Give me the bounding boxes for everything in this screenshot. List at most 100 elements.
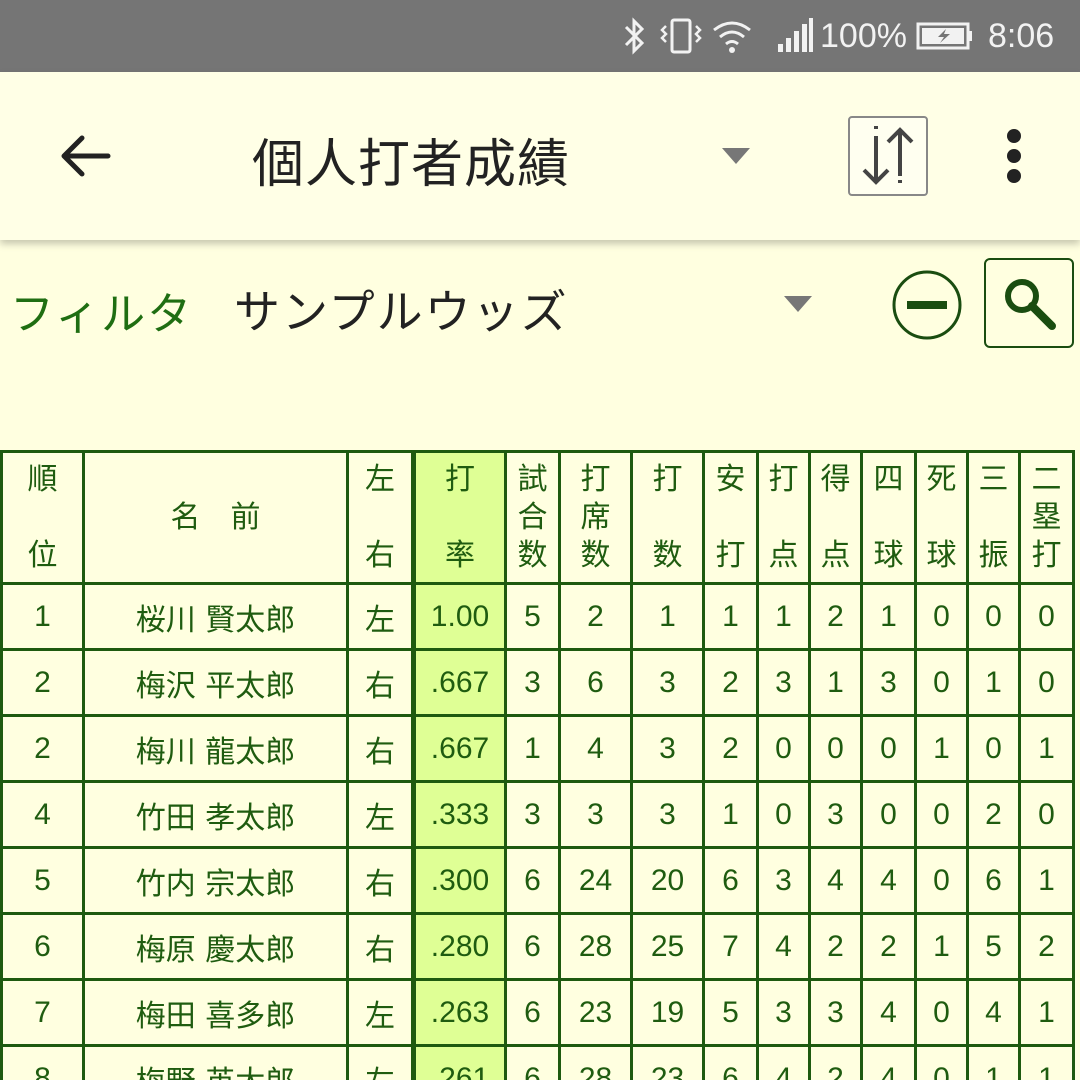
cell-hand: 左 [346,978,415,1047]
cell-plate-appearances: 2 [558,582,633,651]
cell-hand: 左 [346,780,415,849]
cell-rank: 5 [0,846,85,915]
column-header-walks[interactable]: 四球 [860,450,917,585]
cell-rank: 8 [0,1044,85,1080]
column-header-text: 四 [873,461,904,497]
cell-strikeouts: 2 [966,780,1021,849]
column-header-hand[interactable]: 左右 [346,450,415,585]
more-menu-button[interactable] [990,116,1038,196]
cell-doubles: 0 [1018,582,1075,651]
cell-hbp: 0 [914,582,969,651]
column-header-text: 打 [652,461,683,497]
table-row[interactable]: 8梅野 英太郎左.261628236424011 [0,1044,1075,1080]
cell-at-bats: 23 [630,1044,705,1080]
cell-runs: 1 [808,648,863,717]
cell-doubles: 0 [1018,648,1075,717]
column-header-rank[interactable]: 順位 [0,450,85,585]
cell-name: 梅沢 平太郎 [82,648,349,717]
cell-hits: 1 [702,582,759,651]
column-header-text: 位 [27,537,58,573]
cell-hits: 1 [702,780,759,849]
filter-select[interactable]: サンプルウッズ [234,276,569,342]
cell-hbp: 1 [914,912,969,981]
column-header-text: 合 [517,499,548,535]
table-row[interactable]: 1 桜川 賢太郎左 1.00 5 2 1 1 1 2 1 0 0 0 [0,582,1075,651]
cell-plate-appearances: 28 [558,1044,633,1080]
cell-games: 3 [504,648,561,717]
cell-runs: 3 [808,978,863,1047]
cell-strikeouts: 0 [966,714,1021,783]
search-button[interactable] [984,258,1074,348]
search-icon [1005,279,1056,330]
battery-icon [916,0,976,72]
column-header-at-bats[interactable]: 打数 [630,450,705,585]
cell-hand: 右 [346,714,415,783]
cell-at-bats: 3 [630,780,705,849]
column-header-doubles[interactable]: 二塁打 [1018,450,1075,585]
column-header-text: 球 [926,537,957,573]
column-header-text: 数 [652,537,683,573]
column-header-text: 球 [873,537,904,573]
cell-rank: 6 [0,912,85,981]
cell-name: 梅田 喜多郎 [82,978,349,1047]
cell-runs: 0 [808,714,863,783]
battery-percentage: 100% [820,16,907,55]
cell-hand: 右 [346,912,415,981]
table-row[interactable]: 6 梅原 慶太郎右 .280 6 28 25 7 4 2 2 1 5 2 [0,912,1075,981]
column-header-text: 点 [768,537,799,573]
table-row[interactable]: 2 梅川 龍太郎右 .667 1 4 3 2 0 0 0 1 0 1 [0,714,1075,783]
column-header-text: 打 [768,461,799,497]
wifi-icon [710,0,756,72]
back-arrow-icon [61,135,111,177]
column-header-runs[interactable]: 得点 [808,450,863,585]
cell-rbi: 4 [756,1044,811,1080]
column-header-text: 打 [1031,537,1062,573]
column-header-name[interactable]: 名 前 [82,450,349,585]
page-title[interactable]: 個人打者成績 [252,122,570,197]
cell-walks: 0 [860,714,917,783]
column-header-text: 点 [820,537,851,573]
cell-strikeouts: 5 [966,912,1021,981]
column-header-text: 名 前 [170,499,261,535]
table-row[interactable]: 4 竹田 孝太郎左 .333 3 3 3 1 0 3 0 0 2 0 [0,780,1075,849]
table-row[interactable]: 7 梅田 喜多郎左 .263 6 23 19 5 3 3 4 0 4 1 [0,978,1075,1047]
dropdown-triangle-icon [784,296,812,312]
column-header-rbi[interactable]: 打点 [756,450,811,585]
clear-filter-button[interactable] [890,268,964,342]
vibrate-icon [658,0,706,72]
app-bar: 個人打者成績 [0,72,1080,240]
column-header-plate-appearances[interactable]: 打席数 [558,450,633,585]
cell-hbp: 0 [914,978,969,1047]
back-button[interactable] [44,116,124,196]
cell-strikeouts: 1 [966,1044,1021,1080]
cell-at-bats: 1 [630,582,705,651]
cell-hand: 右 [346,648,415,717]
cell-hits: 5 [702,978,759,1047]
cell-walks: 1 [860,582,917,651]
cell-hits: 2 [702,714,759,783]
cell-doubles: 1 [1018,978,1075,1047]
title-dropdown-button[interactable] [720,146,752,166]
cell-rbi: 0 [756,780,811,849]
cell-walks: 4 [860,978,917,1047]
cell-strikeouts: 6 [966,846,1021,915]
table-row[interactable]: 5 竹内 宗太郎右 .300 6 24 20 6 3 4 4 0 6 1 [0,846,1075,915]
cell-walks: 0 [860,780,917,849]
cell-doubles: 1 [1018,1044,1075,1080]
cell-walks: 4 [860,1044,917,1080]
column-header-hbp[interactable]: 死球 [914,450,969,585]
column-header-games[interactable]: 試合数 [504,450,561,585]
column-header-text: 順 [27,461,58,497]
column-header-hits[interactable]: 安打 [702,450,759,585]
sort-button[interactable] [848,116,928,196]
column-header-strikeouts[interactable]: 三振 [966,450,1021,585]
cell-plate-appearances: 28 [558,912,633,981]
table-row[interactable]: 2 梅沢 平太郎右 .667 3 6 3 2 3 1 3 0 1 0 [0,648,1075,717]
filter-dropdown-button[interactable] [782,294,814,314]
cell-plate-appearances: 3 [558,780,633,849]
column-header-avg[interactable]: 打率 [411,450,507,585]
column-header-text: 率 [445,537,475,573]
batting-stats-table: 順位名 前左右打率試合数打席数打数安打打点得点四球死球三振二塁打 1 桜川 賢太郎… [0,450,1075,1080]
cell-avg: .280 [411,912,507,981]
cell-rank: 4 [0,780,85,849]
